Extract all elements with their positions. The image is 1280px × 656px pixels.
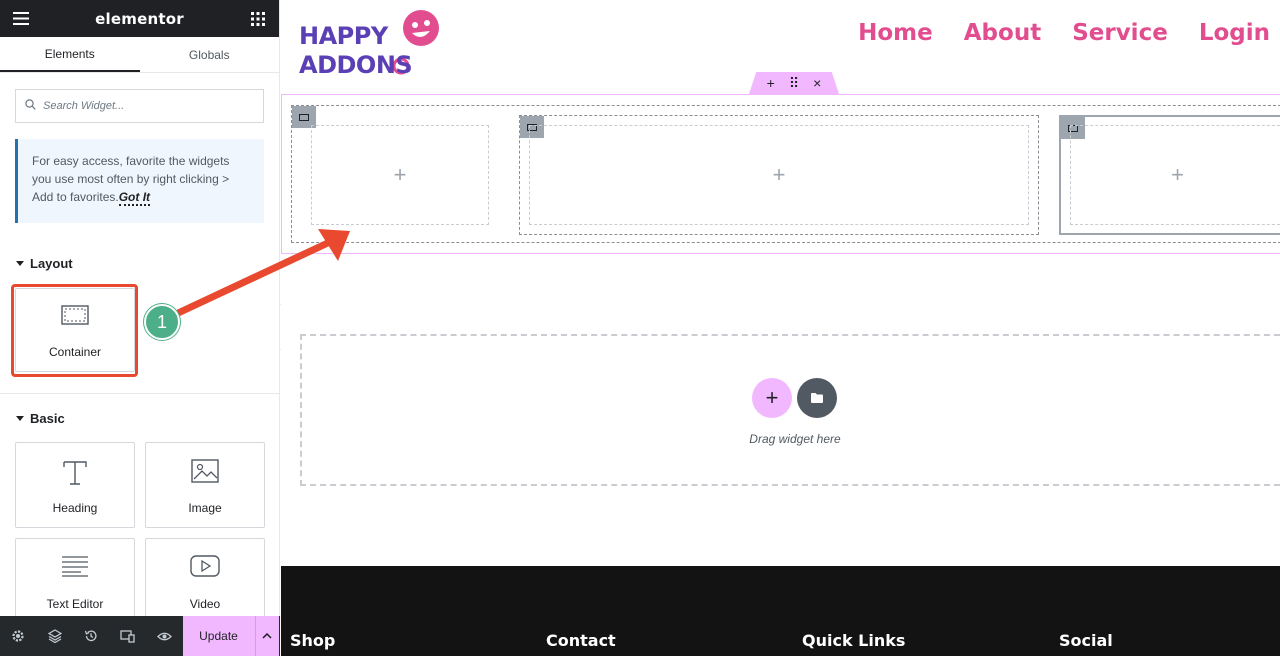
footer-heading-contact: Contact <box>546 631 616 650</box>
chevron-up-icon[interactable] <box>254 616 279 656</box>
add-section-button[interactable]: + <box>767 76 775 90</box>
layout-section-title: Layout <box>30 256 73 271</box>
history-icon[interactable] <box>73 616 110 656</box>
search-widget-input[interactable] <box>43 100 254 112</box>
sidebar-tabs: Elements Globals <box>0 37 279 73</box>
search-icon <box>25 97 36 115</box>
footer-heading-social: Social <box>1059 631 1113 650</box>
column-2[interactable]: + <box>519 115 1039 235</box>
layout-section-toggle[interactable]: Layout <box>0 256 89 271</box>
container-widget[interactable]: Container <box>15 288 135 372</box>
delete-section-button[interactable]: × <box>813 76 821 90</box>
update-button[interactable]: Update <box>182 616 255 656</box>
hamburger-menu-icon[interactable] <box>12 10 30 28</box>
nav-about[interactable]: About <box>964 20 1041 46</box>
column-2-add-area[interactable]: + <box>529 125 1029 225</box>
empty-drop-zone[interactable]: + Drag widget here <box>300 334 1280 486</box>
text-editor-widget-label: Text Editor <box>46 597 104 611</box>
image-widget[interactable]: Image <box>145 442 265 528</box>
video-icon <box>190 555 220 580</box>
container-icon <box>61 305 89 328</box>
image-widget-label: Image <box>188 501 222 515</box>
nav-login[interactable]: Login <box>1199 20 1270 46</box>
video-widget-label: Video <box>189 597 221 611</box>
drag-widget-hint: Drag widget here <box>749 432 841 446</box>
responsive-mode-icon[interactable] <box>110 616 147 656</box>
column-3[interactable]: + <box>1059 115 1280 235</box>
basic-section-title: Basic <box>30 411 65 426</box>
video-widget[interactable]: Video <box>145 538 265 624</box>
favorites-notice: For easy access, favorite the widgets yo… <box>15 139 264 223</box>
footer-heading-shop: Shop <box>290 631 336 650</box>
navigator-layers-icon[interactable] <box>37 616 74 656</box>
selected-section[interactable]: + + + <box>281 94 1280 254</box>
container-icon <box>299 113 309 121</box>
container-row[interactable]: + + + <box>291 105 1280 243</box>
site-navigation: Home About Service Login <box>858 20 1270 46</box>
site-footer: Shop Contact Quick Links Social <box>281 566 1280 656</box>
tab-globals[interactable]: Globals <box>140 37 280 72</box>
got-it-link[interactable]: Got It <box>118 190 151 206</box>
elementor-logo: elementor <box>95 9 184 28</box>
search-widget-box <box>15 89 264 123</box>
preview-eye-icon[interactable] <box>146 616 183 656</box>
text-editor-widget[interactable]: Text Editor <box>15 538 135 624</box>
tab-elements[interactable]: Elements <box>0 37 140 72</box>
container-widget-label: Container <box>48 345 102 359</box>
template-library-folder-icon[interactable] <box>797 378 837 418</box>
nav-service[interactable]: Service <box>1072 20 1168 46</box>
editor-canvas: HAPPY ADDONS Home About Service Login + … <box>281 0 1280 656</box>
heading-widget-label: Heading <box>52 501 98 515</box>
column-3-add-area[interactable]: + <box>1070 125 1280 225</box>
caret-down-icon <box>16 261 24 266</box>
settings-gear-icon[interactable] <box>0 616 37 656</box>
sidebar-topbar: elementor <box>0 0 279 37</box>
drag-handle-icon[interactable]: ⠿ <box>789 76 799 90</box>
widgets-grid-icon[interactable] <box>249 10 267 28</box>
caret-down-icon <box>16 416 24 421</box>
heading-widget[interactable]: Heading <box>15 442 135 528</box>
logo-text-happy: HAPPY <box>299 22 388 50</box>
heading-icon <box>61 459 89 490</box>
annotation-step-number: 1 <box>144 304 180 340</box>
logo-text-addons: ADDONS <box>299 51 413 79</box>
basic-section-toggle[interactable]: Basic <box>0 411 81 426</box>
nav-home[interactable]: Home <box>858 20 933 46</box>
text-editor-icon <box>61 555 89 580</box>
section-handle: + ⠿ × <box>749 72 839 94</box>
section-divider <box>0 393 280 394</box>
column-1-add-area[interactable]: + <box>311 125 489 225</box>
image-icon <box>191 459 219 486</box>
add-new-section-button[interactable]: + <box>752 378 792 418</box>
elementor-sidebar: elementor Elements Globals For easy acce… <box>0 0 280 656</box>
footer-heading-quick-links: Quick Links <box>802 631 906 650</box>
sidebar-footer-bar: Update <box>0 616 280 656</box>
